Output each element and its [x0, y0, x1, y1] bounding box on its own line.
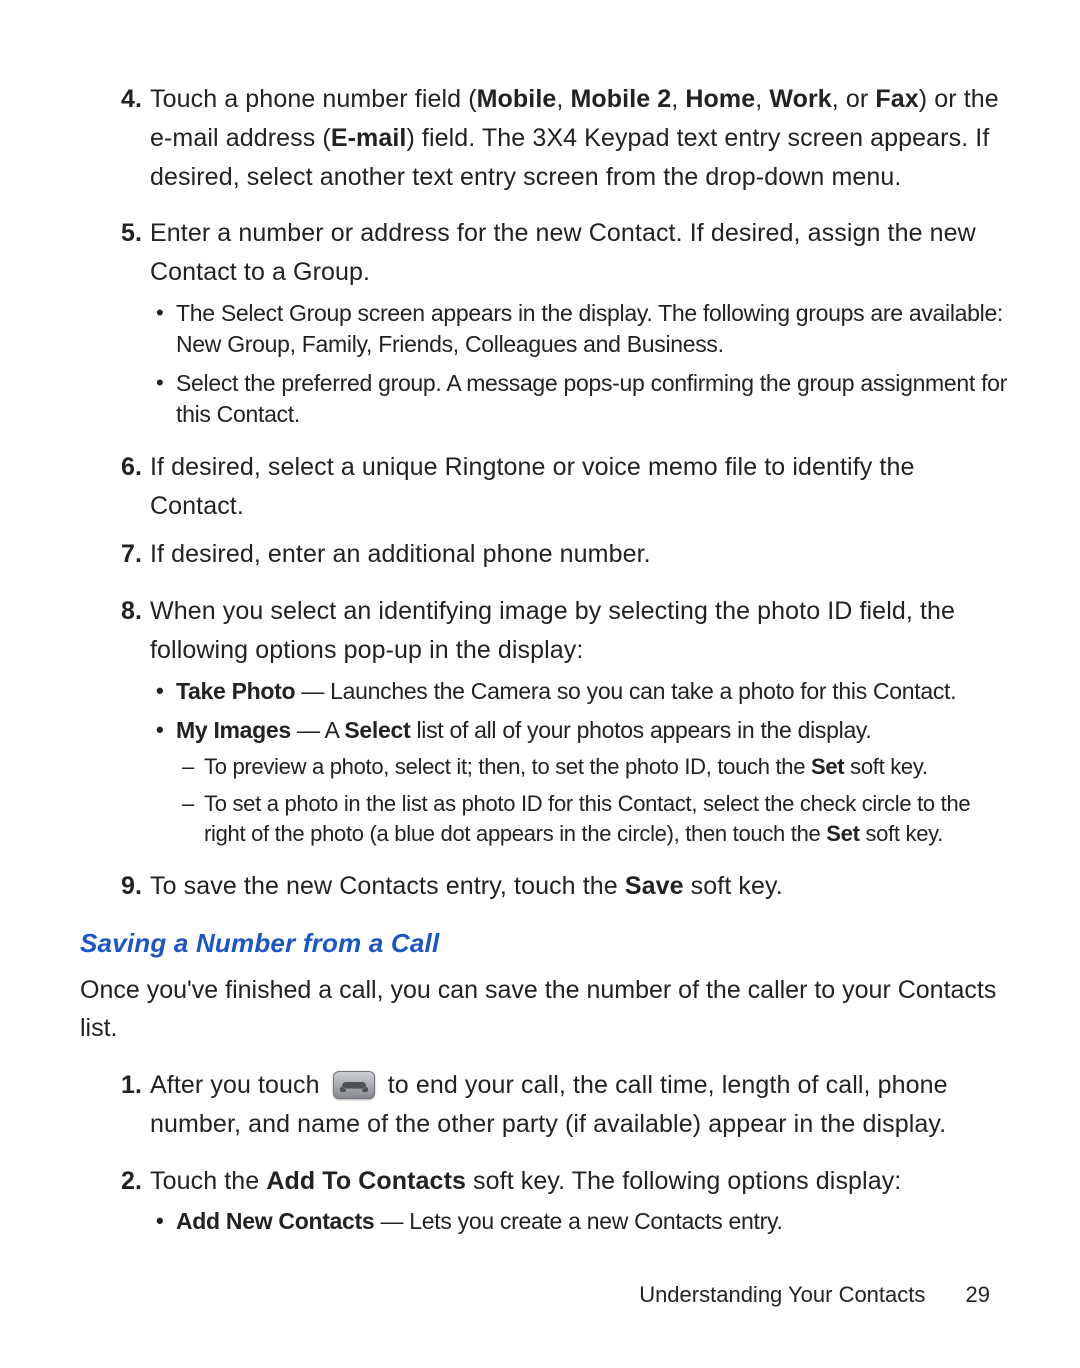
- sub-item-my-images: My Images — A Select list of all of your…: [176, 715, 1008, 849]
- step-number: 6.: [102, 448, 142, 487]
- sub-item-take-photo: Take Photo — Launches the Camera so you …: [176, 676, 1008, 707]
- step-5: 5. Enter a number or address for the new…: [150, 214, 1008, 430]
- step-number: 9.: [102, 867, 142, 906]
- ordered-list-saving: 1. After you touch to end your call, the…: [80, 1066, 1008, 1237]
- sub-item: Select the preferred group. A message po…: [176, 368, 1008, 430]
- page-footer: Understanding Your Contacts 29: [639, 1282, 990, 1308]
- step-8: 8. When you select an identifying image …: [150, 592, 1008, 849]
- step-number: 1.: [102, 1066, 142, 1105]
- text: Enter a number or address for the new Co…: [150, 219, 976, 286]
- step-7: 7. If desired, enter an additional phone…: [150, 535, 1008, 574]
- page: 4. Touch a phone number field (Mobile, M…: [0, 0, 1080, 1368]
- text: If desired, select a unique Ringtone or …: [150, 453, 914, 520]
- text: When you select an identifying image by …: [150, 597, 955, 664]
- step-number: 5.: [102, 214, 142, 253]
- text: After you touch to end your call, the ca…: [150, 1071, 948, 1138]
- dash-list: To preview a photo, select it; then, to …: [176, 752, 1008, 849]
- sub-list: The Select Group screen appears in the d…: [150, 298, 1008, 430]
- footer-section-title: Understanding Your Contacts: [639, 1282, 925, 1307]
- sub-item: The Select Group screen appears in the d…: [176, 298, 1008, 360]
- saving-step-2: 2. Touch the Add To Contacts soft key. T…: [150, 1162, 1008, 1238]
- text: Touch the Add To Contacts soft key. The …: [150, 1167, 901, 1195]
- text: To save the new Contacts entry, touch th…: [150, 872, 783, 900]
- ordered-list-main: 4. Touch a phone number field (Mobile, M…: [80, 80, 1008, 906]
- step-number: 4.: [102, 80, 142, 119]
- step-number: 2.: [102, 1162, 142, 1201]
- step-number: 7.: [102, 535, 142, 574]
- end-call-icon: [333, 1071, 375, 1099]
- saving-step-1: 1. After you touch to end your call, the…: [150, 1066, 1008, 1144]
- dash-item: To preview a photo, select it; then, to …: [204, 752, 1008, 782]
- dash-item: To set a photo in the list as photo ID f…: [204, 789, 1008, 848]
- sub-list: Take Photo — Launches the Camera so you …: [150, 676, 1008, 849]
- step-6: 6. If desired, select a unique Ringtone …: [150, 448, 1008, 526]
- text: If desired, enter an additional phone nu…: [150, 540, 651, 568]
- step-9: 9. To save the new Contacts entry, touch…: [150, 867, 1008, 906]
- section-heading-saving-number: Saving a Number from a Call: [80, 928, 1008, 959]
- sub-item-add-new-contacts: Add New Contacts — Lets you create a new…: [176, 1206, 1008, 1237]
- text: Touch a phone number field (Mobile, Mobi…: [150, 85, 999, 191]
- step-number: 8.: [102, 592, 142, 631]
- sub-list: Add New Contacts — Lets you create a new…: [150, 1206, 1008, 1237]
- step-4: 4. Touch a phone number field (Mobile, M…: [150, 80, 1008, 196]
- page-number: 29: [966, 1282, 990, 1308]
- section-intro: Once you've finished a call, you can sav…: [80, 971, 1008, 1049]
